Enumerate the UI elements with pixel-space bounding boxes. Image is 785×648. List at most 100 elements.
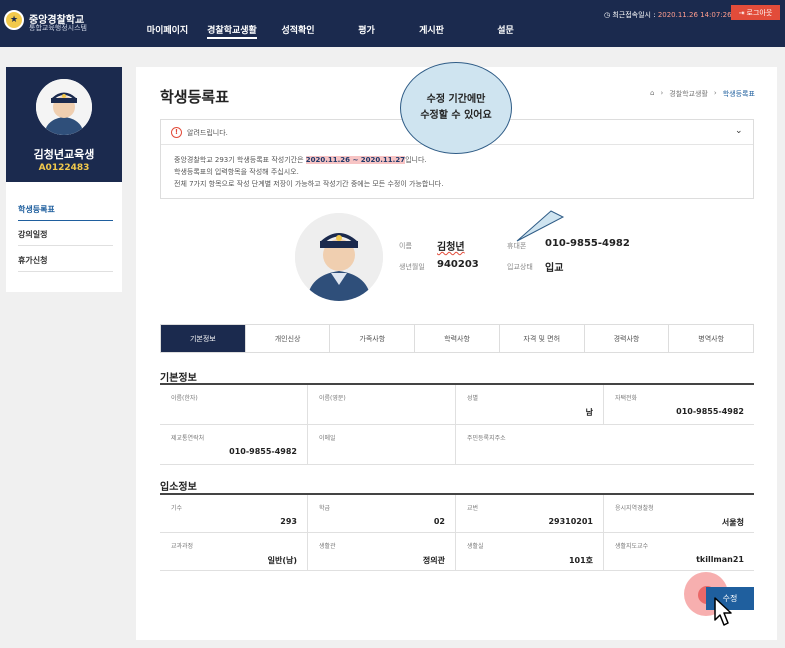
nav-survey[interactable]: 설문 <box>469 23 542 39</box>
field-value: 101호 <box>568 556 593 565</box>
field-label: 교과과정 <box>171 543 194 550</box>
field-value: 010-9855-4982 <box>676 407 744 416</box>
field-class-number[interactable]: 기수 293 <box>160 495 308 533</box>
field-value: 서울청 <box>721 518 744 527</box>
sidebar-item-leave[interactable]: 휴가신청 <box>18 255 110 266</box>
tooltip-line-1: 수정 기간에만 <box>426 94 486 105</box>
alert-icon: ! <box>171 127 182 138</box>
field-label: 생활지도교수 <box>615 543 649 550</box>
field-value: 정의관 <box>422 556 445 565</box>
mouse-cursor-icon <box>714 597 732 626</box>
field-label: 학급 <box>319 505 331 512</box>
main-panel: 학생등록표 ⌂ › 경찰학교생활 › 학생등록표 ! 알려드립니다. ⌄ 중앙경… <box>136 62 777 640</box>
tab-career[interactable]: 경력사항 <box>585 325 670 352</box>
notice-body: 중앙경찰학교 293기 학생등록표 작성기간은 2020.11.26 ~ 202… <box>174 154 443 190</box>
birth-label: 생년월일 <box>399 263 425 271</box>
field-name-english[interactable]: 이름(영문) <box>308 385 456 425</box>
tab-licenses[interactable]: 자격 및 면허 <box>500 325 585 352</box>
police-emblem-logo[interactable]: ★ <box>4 10 24 30</box>
logout-icon: ⇥ <box>738 8 745 17</box>
breadcrumb-separator: › <box>713 89 717 97</box>
profile-student-id: A0122483 <box>38 163 90 173</box>
section-title-basic: 기본정보 <box>160 373 197 384</box>
name-label: 이름 <box>399 242 412 250</box>
field-value: 남 <box>585 408 593 417</box>
sidebar-item-schedule[interactable]: 강의일정 <box>18 229 110 240</box>
status-label: 입교상태 <box>507 263 533 271</box>
field-value: tkillman21 <box>696 555 744 564</box>
field-address[interactable]: 주민등록지주소 <box>456 425 754 465</box>
field-label: 이름(한자) <box>171 395 198 402</box>
home-icon[interactable]: ⌂ <box>650 89 654 99</box>
field-label: 자택전화 <box>615 395 638 402</box>
field-label: 교번 <box>467 505 479 512</box>
field-value: 02 <box>433 517 445 526</box>
basic-info-grid: 이름(한자) 이름(영문) 성별 남 자택전화 010-9855-4982 제교통연… <box>160 383 754 465</box>
section-title-admission: 입소정보 <box>160 482 197 493</box>
field-curriculum[interactable]: 교과과정일반(남) <box>160 533 308 571</box>
registration-tabs: 기본정보 개인신상 가족사항 학력사항 자격 및 면허 경력사항 병역사항 <box>160 324 754 353</box>
breadcrumb-separator: › <box>660 89 664 97</box>
tab-education[interactable]: 학력사항 <box>415 325 500 352</box>
field-value: 293 <box>280 517 297 526</box>
notice-line-3: 전체 7가지 항목으로 작성 단계별 저장이 가능하고 작성기간 중에는 모든 … <box>174 180 444 188</box>
field-value: 010-9855-4982 <box>229 447 297 456</box>
field-label: 생활실 <box>467 543 484 550</box>
field-label: 이메일 <box>319 435 336 442</box>
sidebar-item-registration[interactable]: 학생등록표 <box>18 204 110 215</box>
breadcrumb-item[interactable]: 경찰학교생활 <box>669 89 708 99</box>
breadcrumb: ⌂ › 경찰학교생활 › 학생등록표 <box>650 89 755 99</box>
field-applied-agency[interactable]: 응시지역경찰청 서울청 <box>604 495 754 533</box>
field-label: 이름(영문) <box>319 395 346 402</box>
sidebar-divider <box>18 220 113 221</box>
page-title: 학생등록표 <box>160 88 230 106</box>
tooltip-line-2: 수정할 수 있어요 <box>420 110 492 121</box>
field-homeroom[interactable]: 학급 02 <box>308 495 456 533</box>
tab-personal[interactable]: 개인신상 <box>246 325 331 352</box>
tab-family[interactable]: 가족사항 <box>330 325 416 352</box>
notice-line-1: 중앙경찰학교 293기 학생등록표 작성기간은 2020.11.26 ~ 202… <box>174 154 443 166</box>
field-label: 생활관 <box>319 543 336 550</box>
field-value: 일반(남) <box>267 556 297 565</box>
field-student-number[interactable]: 교번 29310201 <box>456 495 604 533</box>
field-label: 기수 <box>171 505 183 512</box>
profile-card: 김청년교육생 A0122483 <box>6 67 122 182</box>
notice-label: 알려드립니다. <box>187 129 228 137</box>
main-nav: 마이페이지 경찰학교생활 성적확인 평가 게시판 설문 <box>140 23 542 39</box>
tooltip-tail <box>516 210 565 242</box>
field-email[interactable]: 이메일 <box>308 425 456 465</box>
sidebar-divider <box>18 271 113 272</box>
last-login-time: 2020.11.26 14:07:26 <box>657 11 732 19</box>
chevron-down-icon[interactable]: ⌄ <box>735 126 743 136</box>
last-login-info: ◷ 최근접속일시 : 2020.11.26 14:07:26 <box>604 10 732 20</box>
field-name-hanja[interactable]: 이름(한자) <box>160 385 308 425</box>
breadcrumb-current[interactable]: 학생등록표 <box>723 89 755 99</box>
field-emergency-contact[interactable]: 제교통연락처 010-9855-4982 <box>160 425 308 465</box>
notice-text: 입니다. <box>405 156 427 164</box>
field-value: 29310201 <box>548 517 593 526</box>
nav-board[interactable]: 게시판 <box>394 23 469 39</box>
brand-subtitle: 통합교육행정시스템 <box>29 24 87 32</box>
tab-military[interactable]: 병역사항 <box>669 325 753 352</box>
field-room[interactable]: 생활실 101호 <box>456 533 604 571</box>
student-photo <box>295 213 383 301</box>
field-gender[interactable]: 성별 남 <box>456 385 604 425</box>
field-home-phone[interactable]: 자택전화 010-9855-4982 <box>604 385 754 425</box>
nav-grades[interactable]: 성적확인 <box>257 23 339 39</box>
notice-period: 2020.11.26 ~ 2020.11.27 <box>305 156 406 164</box>
side-menu: 학생등록표 강의일정 휴가신청 <box>6 182 122 292</box>
notice-text: 중앙경찰학교 293기 학생등록표 작성기간은 <box>174 156 306 164</box>
field-advisor[interactable]: 생활지도교수 tkillman21 <box>604 533 754 571</box>
field-dormitory[interactable]: 생활관정의관 <box>308 533 456 571</box>
student-status: 입교 <box>545 263 564 274</box>
tab-basic-info[interactable]: 기본정보 <box>161 325 246 352</box>
student-avatar-small <box>36 79 92 135</box>
clock-icon: ◷ <box>604 11 611 19</box>
nav-police-school-life[interactable]: 경찰학교생활 <box>207 23 257 39</box>
student-birth: 940203 <box>437 259 479 270</box>
nav-mypage[interactable]: 마이페이지 <box>140 23 195 39</box>
last-login-label: 최근접속일시 : <box>612 11 656 19</box>
logout-button[interactable]: ⇥ 로그아웃 <box>731 5 780 20</box>
nav-evaluation[interactable]: 평가 <box>339 23 394 39</box>
